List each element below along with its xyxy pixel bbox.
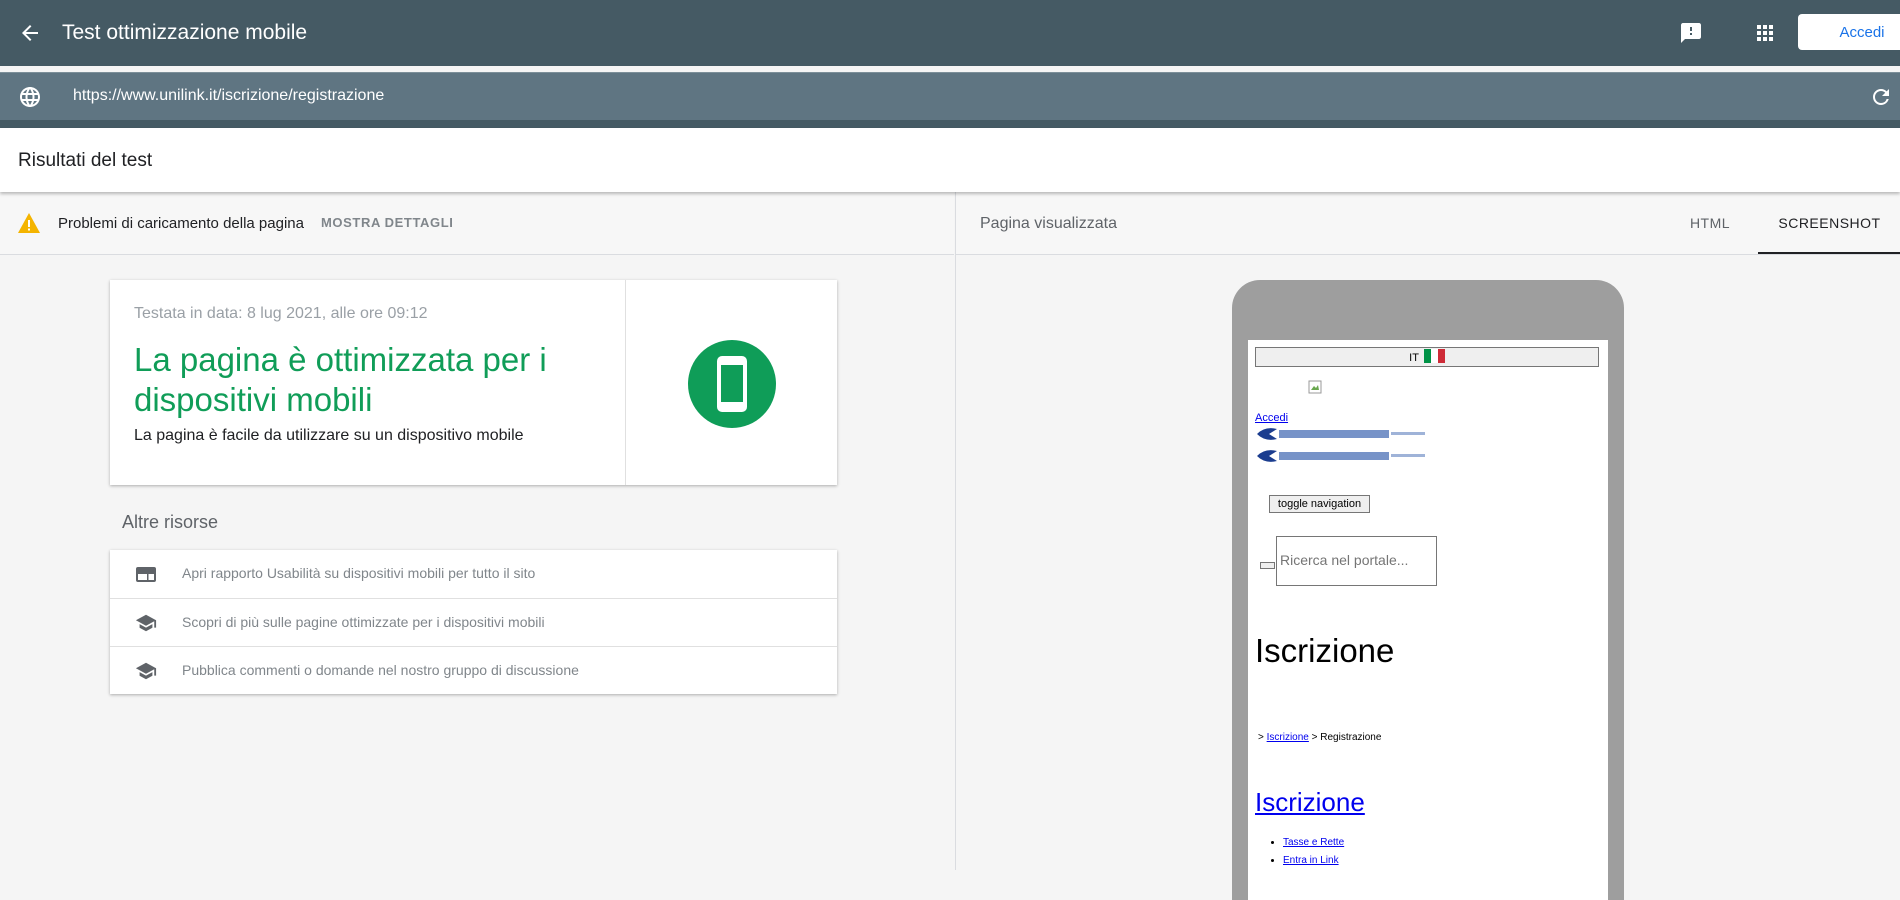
phone-frame: IT Accedi toggle navigation Ricerca nel … [1232,280,1624,900]
mobile-device-icon [688,340,776,428]
warning-bar: Problemi di caricamento della pagina MOS… [0,192,954,255]
resource-item-usability-report[interactable]: Apri rapporto Usabilità su dispositivi m… [110,550,837,598]
url-bar: https://www.unilink.it/iscrizione/regist… [0,72,1900,121]
verdict-subtitle: La pagina è facile da utilizzare su un d… [134,427,524,444]
language-button: IT [1255,347,1599,367]
breadcrumb-current: > Registrazione [1311,732,1382,743]
broken-image-icon [1308,380,1322,394]
site-logo-image [1257,450,1425,462]
search-submit-button [1260,562,1275,569]
results-header: Risultati del test [0,128,1900,192]
list-item: Tasse e Rette [1283,834,1344,852]
italian-flag-icon [1423,349,1445,363]
screenshot-subheading: Iscrizione [1255,787,1365,817]
rendered-page-title: Pagina visualizzata [980,215,1117,232]
card-divider [625,280,626,485]
warning-text: Problemi di caricamento della pagina [58,215,304,232]
screenshot-breadcrumb: > Iscrizione > Registrazione [1258,732,1381,743]
left-panel: Problemi di caricamento della pagina MOS… [0,192,954,870]
screenshot-link: Entra in Link [1283,855,1339,866]
graduation-cap-icon [135,614,157,632]
site-logo-image [1257,428,1425,440]
show-details-link[interactable]: MOSTRA DETTAGLI [321,215,454,230]
feedback-icon[interactable] [1679,21,1703,45]
graduation-cap-icon [135,662,157,680]
breadcrumb-link: Iscrizione [1266,732,1309,743]
signin-button[interactable]: Accedi [1798,14,1900,50]
resources-list: Apri rapporto Usabilità su dispositivi m… [110,550,837,694]
tab-html[interactable]: HTML [1670,192,1750,254]
screenshot-signin-link: Accedi [1255,412,1289,424]
back-arrow-icon[interactable] [18,21,42,45]
app-bar: Test ottimizzazione mobile Accedi [0,0,1900,66]
verdict-heading: La pagina è ottimizzata per i dispositiv… [134,341,547,418]
resource-item-discussion-group[interactable]: Pubblica commenti o domande nel nostro g… [110,646,837,695]
reload-icon[interactable] [1869,85,1893,109]
resources-title: Altre risorse [122,512,219,532]
warning-icon [18,213,40,233]
language-label: IT [1409,352,1419,364]
tab-screenshot[interactable]: SCREENSHOT [1758,192,1900,254]
list-item: Entra in Link [1283,852,1344,870]
url-text[interactable]: https://www.unilink.it/iscrizione/regist… [73,87,384,105]
right-panel: Pagina visualizzata HTML SCREENSHOT IT A… [955,192,1900,900]
breadcrumb-prefix: > [1258,732,1264,743]
rendered-page-tabs: Pagina visualizzata HTML SCREENSHOT [956,192,1900,255]
resource-item-learn-more[interactable]: Scopri di più sulle pagine ottimizzate p… [110,598,837,647]
screenshot-link: Tasse e Rette [1283,837,1345,848]
app-title: Test ottimizzazione mobile [62,21,308,44]
resource-label: Scopri di più sulle pagine ottimizzate p… [182,614,545,630]
toggle-navigation-button: toggle navigation [1269,495,1370,513]
results-title: Risultati del test [18,150,153,171]
resource-label: Apri rapporto Usabilità su dispositivi m… [182,565,536,581]
globe-icon [20,87,40,107]
resource-label: Pubblica commenti o domande nel nostro g… [182,662,579,678]
web-report-icon [136,567,156,582]
url-bar-divider [0,120,1900,128]
screenshot-link-list: Tasse e Rette Entra in Link [1255,834,1344,870]
test-date: Testata in data: 8 lug 2021, alle ore 09… [134,305,428,322]
page-screenshot: IT Accedi toggle navigation Ricerca nel … [1248,340,1608,900]
apps-grid-icon[interactable] [1753,21,1777,45]
site-search-input: Ricerca nel portale... [1276,536,1437,586]
result-card: Testata in data: 8 lug 2021, alle ore 09… [110,280,837,485]
screenshot-heading: Iscrizione [1255,632,1395,669]
